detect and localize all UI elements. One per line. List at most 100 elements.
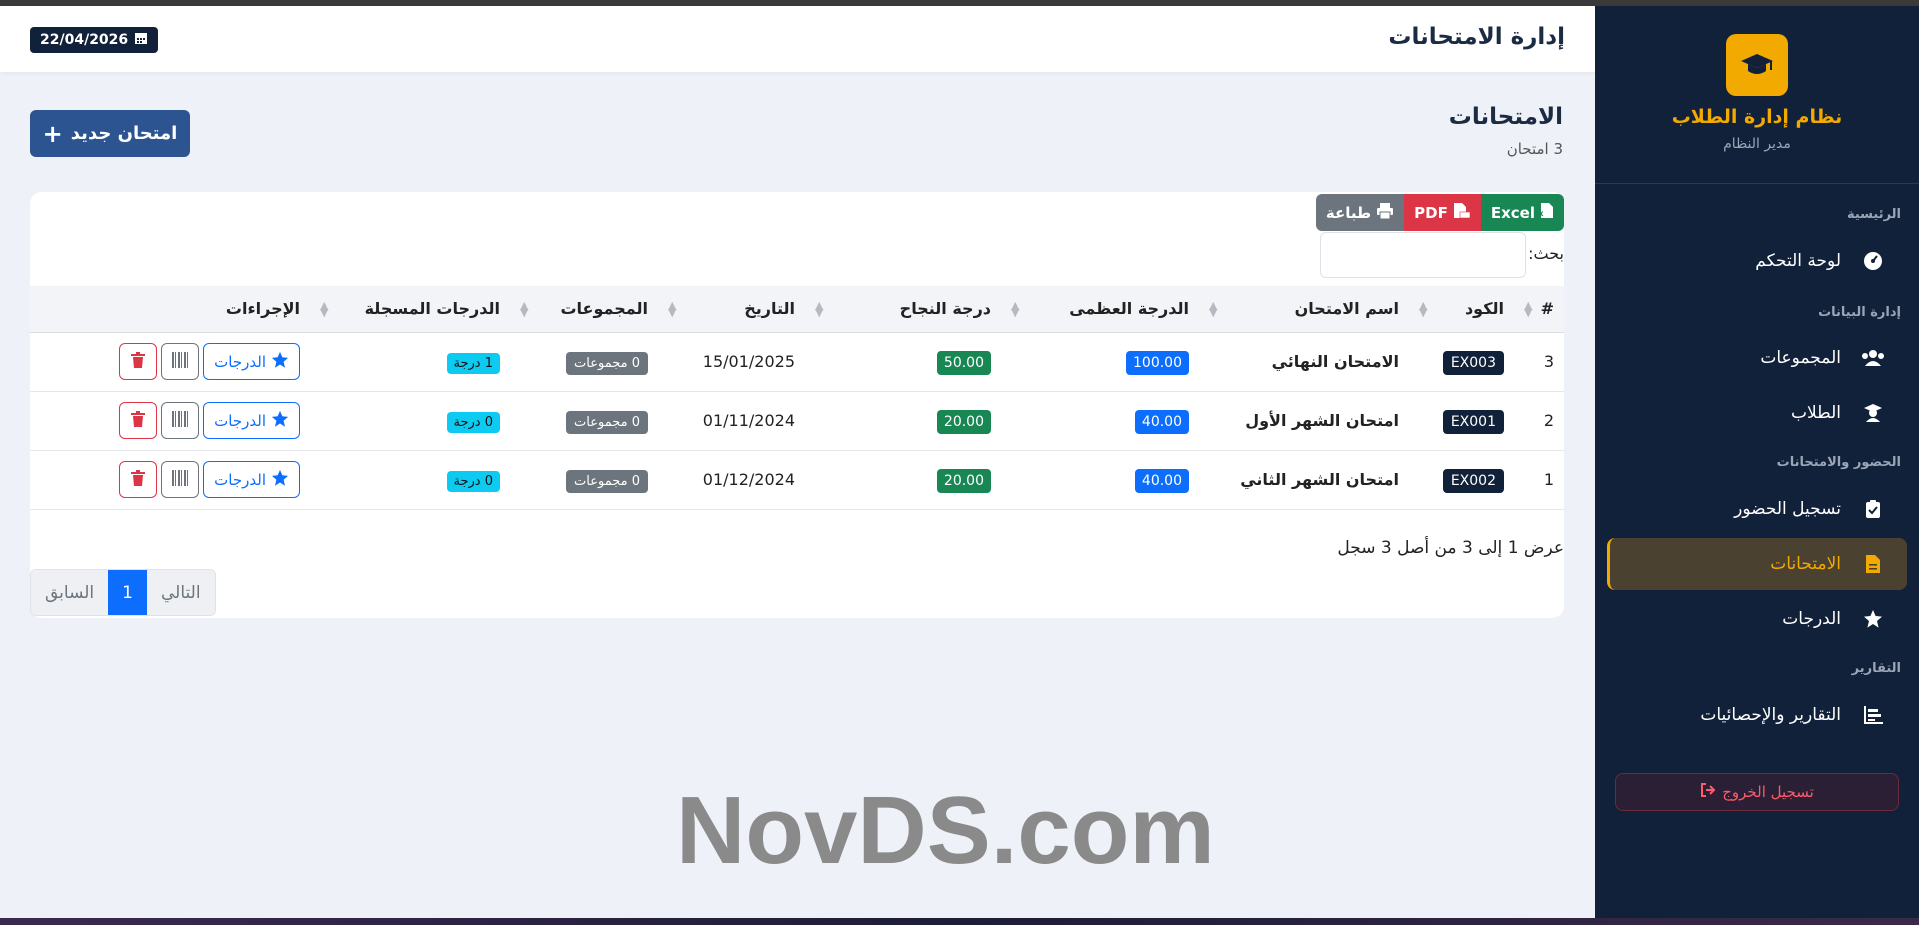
groups-badge: 0 مجموعات	[566, 470, 648, 493]
trash-icon	[131, 469, 146, 490]
grades-button[interactable]: الدرجات	[203, 461, 300, 498]
cell-date: 01/12/2024	[658, 450, 805, 510]
cell-groups: 0 مجموعات	[510, 332, 658, 392]
col-header-name[interactable]: اسم الامتحان ▲ ▼	[1199, 286, 1409, 333]
search-label: بحث:	[1528, 244, 1564, 263]
new-exam-label: امتحان جديد	[70, 123, 178, 144]
cell-max: 40.00	[1001, 450, 1199, 510]
sidebar-item-label: الامتحانات	[1770, 554, 1841, 574]
registered-badge: 1 درجة	[446, 353, 500, 374]
barcode-button[interactable]	[161, 402, 200, 439]
pass-score-badge: 20.00	[936, 469, 991, 493]
student-icon	[1861, 403, 1885, 423]
col-header-max[interactable]: الدرجة العظمى ▲ ▼	[1001, 286, 1199, 333]
delete-button[interactable]	[119, 461, 158, 498]
barcode-button[interactable]	[161, 461, 200, 498]
cell-code: EX003	[1409, 332, 1514, 392]
sidebar-item-label: الطلاب	[1791, 403, 1841, 423]
sidebar-item-groups[interactable]: المجموعات	[1607, 332, 1907, 384]
file-excel-icon: x	[1538, 202, 1554, 223]
sidebar-item-label: الدرجات	[1782, 609, 1841, 629]
logout-label: تسجيل الخروج	[1722, 783, 1814, 801]
sidebar-item-attendance[interactable]: تسجيل الحضور	[1607, 483, 1907, 535]
barcode-button[interactable]	[161, 343, 200, 380]
calendar-icon	[134, 31, 148, 49]
cell-date: 01/11/2024	[658, 391, 805, 451]
sidebar-item-students[interactable]: الطلاب	[1607, 387, 1907, 439]
sign-out-icon	[1700, 783, 1716, 801]
next-page-button[interactable]: التالي	[147, 570, 215, 615]
pass-score-badge: 50.00	[936, 351, 991, 375]
max-score-badge: 100.00	[1126, 351, 1189, 375]
sidebar-item-reports[interactable]: التقارير والإحصائيات	[1607, 689, 1907, 741]
date-text: 22/04/2026	[40, 32, 129, 48]
sidebar: نظام إدارة الطلاب مدير النظام الرئيسية ل…	[1595, 6, 1919, 918]
cell-max: 100.00	[1001, 332, 1199, 392]
star-icon	[271, 410, 289, 432]
sidebar-item-exams[interactable]: الامتحانات	[1607, 538, 1907, 590]
file-pdf-icon	[1453, 202, 1471, 223]
cell-groups: 0 مجموعات	[510, 450, 658, 510]
col-header-registered[interactable]: الدرجات المسجلة ▲ ▼	[310, 286, 510, 333]
table-row: 1 EX002 امتحان الشهر الثاني 40.00 20.00 …	[30, 450, 1564, 510]
cell-name: امتحان الشهر الأول	[1199, 391, 1409, 451]
sidebar-item-grades[interactable]: الدرجات	[1607, 593, 1907, 645]
section-main: الرئيسية	[1846, 207, 1901, 222]
delete-button[interactable]	[119, 343, 158, 380]
logout-button[interactable]: تسجيل الخروج	[1615, 773, 1899, 811]
sidebar-item-label: المجموعات	[1760, 348, 1841, 368]
sort-icon: ▲ ▼	[1524, 298, 1533, 319]
page-1-button[interactable]: 1	[108, 570, 147, 615]
max-score-badge: 40.00	[1134, 469, 1189, 493]
code-badge: EX003	[1442, 351, 1504, 375]
grades-button[interactable]: الدرجات	[203, 343, 300, 380]
grades-button[interactable]: الدرجات	[203, 402, 300, 439]
sidebar-item-label: لوحة التحكم	[1755, 251, 1841, 271]
col-header-num[interactable]: # ▲ ▼	[1514, 286, 1564, 333]
cell-num: 3	[1514, 332, 1564, 392]
sidebar-item-dashboard[interactable]: لوحة التحكم	[1607, 235, 1907, 287]
pdf-button[interactable]: PDF	[1404, 194, 1481, 231]
section-data: إدارة البيانات	[1818, 305, 1901, 320]
barcode-icon	[171, 351, 189, 372]
star-icon	[271, 351, 289, 373]
chart-icon	[1861, 706, 1885, 724]
cell-num: 1	[1514, 450, 1564, 510]
sidebar-item-label: تسجيل الحضور	[1734, 499, 1841, 519]
col-header-date[interactable]: التاريخ ▲ ▼	[658, 286, 805, 333]
table-row: 2 EX001 امتحان الشهر الأول 40.00 20.00 0…	[30, 391, 1564, 451]
sort-icon: ▲ ▼	[520, 298, 529, 319]
graduation-cap-icon	[1726, 34, 1788, 96]
cell-name: الامتحان النهائي	[1199, 332, 1409, 392]
print-button[interactable]: طباعة	[1315, 194, 1405, 231]
col-header-code[interactable]: الكود ▲ ▼	[1409, 286, 1514, 333]
brand-subtitle: مدير النظام	[1723, 136, 1791, 152]
delete-button[interactable]	[119, 402, 158, 439]
cell-pass: 20.00	[805, 450, 1001, 510]
cell-name: امتحان الشهر الثاني	[1199, 450, 1409, 510]
header-title: إدارة الامتحانات	[1388, 24, 1565, 50]
excel-label: Excel	[1490, 203, 1535, 222]
export-buttons: x Excel PDF طباعة	[1315, 194, 1564, 231]
cell-num: 2	[1514, 391, 1564, 451]
search-input[interactable]	[1320, 232, 1526, 278]
print-label: طباعة	[1325, 203, 1372, 222]
sort-icon: ▲ ▼	[1209, 298, 1218, 319]
cell-registered: 1 درجة	[310, 332, 510, 392]
table-row: 3 EX003 الامتحان النهائي 100.00 50.00 15…	[30, 332, 1564, 392]
table-header-row: # ▲ ▼ الكود ▲ ▼ اسم الامتحان ▲ ▼ الدرجة العظمى…	[30, 286, 1564, 333]
brand: نظام إدارة الطلاب مدير النظام	[1595, 6, 1919, 184]
col-header-pass[interactable]: درجة النجاح ▲ ▼	[805, 286, 1001, 333]
col-header-actions: الإجراءات	[30, 286, 310, 333]
col-header-groups[interactable]: المجموعات ▲ ▼	[510, 286, 658, 333]
pagination: السابق 1 التالي	[30, 569, 216, 616]
barcode-icon	[171, 469, 189, 490]
file-icon	[1861, 554, 1885, 574]
trash-icon	[131, 410, 146, 431]
cell-actions: الدرجات	[30, 450, 310, 510]
trash-icon	[131, 351, 146, 372]
cell-code: EX002	[1409, 450, 1514, 510]
new-exam-button[interactable]: امتحان جديد +	[30, 110, 190, 157]
prev-page-button[interactable]: السابق	[31, 570, 109, 615]
excel-button[interactable]: x Excel	[1480, 194, 1564, 231]
